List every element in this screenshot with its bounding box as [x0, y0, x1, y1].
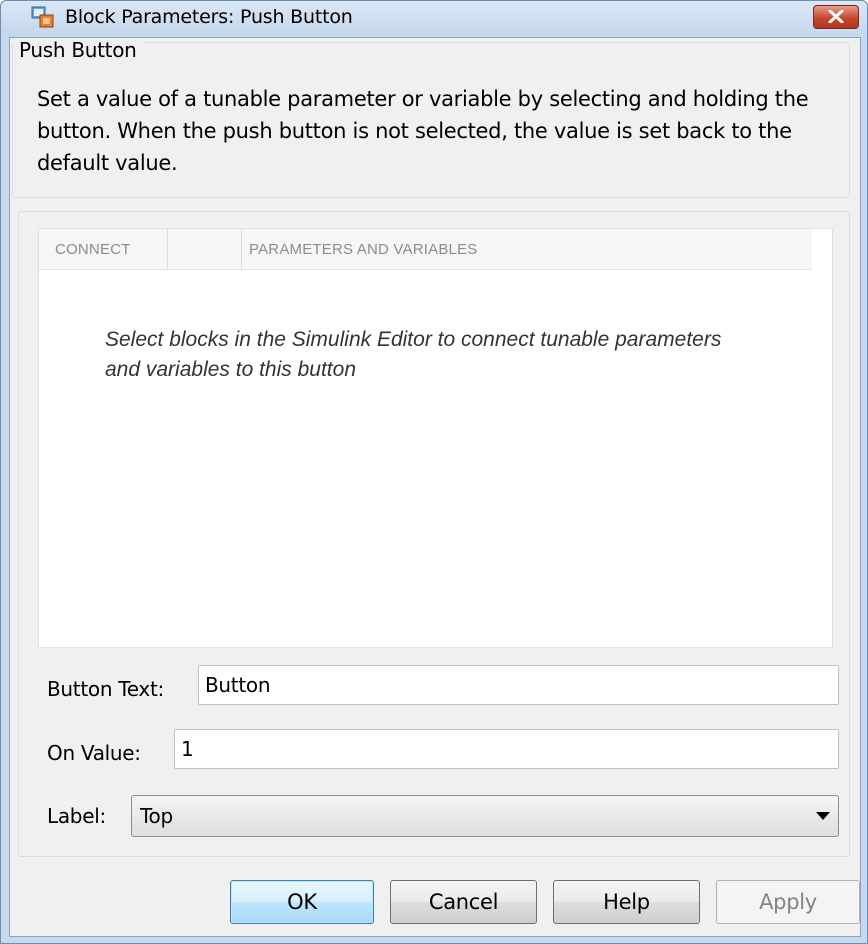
dropdown-arrow-icon: [816, 812, 830, 820]
ok-button[interactable]: OK: [230, 880, 374, 924]
block-description: Set a value of a tunable parameter or va…: [37, 87, 809, 175]
simulink-block-icon: [31, 5, 55, 29]
close-button[interactable]: [813, 5, 859, 29]
button-text-input[interactable]: Button: [198, 665, 839, 705]
title-bar[interactable]: Block Parameters: Push Button: [1, 1, 867, 37]
apply-button[interactable]: Apply: [716, 880, 860, 924]
dialog-window: Block Parameters: Push Button Push Butto…: [0, 0, 868, 944]
column-header-parameters[interactable]: PARAMETERS AND VARIABLES: [249, 241, 477, 258]
group-legend: Push Button: [13, 38, 143, 62]
column-divider: [167, 229, 168, 269]
on-value-label: On Value:: [47, 741, 141, 765]
empty-table-message: Select blocks in the Simulink Editor to …: [105, 328, 722, 381]
help-button[interactable]: Help: [553, 880, 700, 924]
select-value: Top: [140, 804, 173, 828]
column-header-connect[interactable]: CONNECT: [55, 241, 131, 258]
label-position-select[interactable]: Top: [131, 795, 839, 837]
label-position-label: Label:: [47, 804, 106, 828]
cancel-button[interactable]: Cancel: [390, 880, 537, 924]
table-header: CONNECT PARAMETERS AND VARIABLES: [39, 229, 812, 270]
on-value-input[interactable]: 1: [174, 729, 839, 769]
window-title: Block Parameters: Push Button: [65, 6, 353, 28]
connect-table[interactable]: CONNECT PARAMETERS AND VARIABLES Select …: [38, 228, 833, 648]
close-x-icon: [828, 10, 844, 23]
button-text-label: Button Text:: [47, 677, 164, 701]
column-divider: [241, 229, 242, 269]
